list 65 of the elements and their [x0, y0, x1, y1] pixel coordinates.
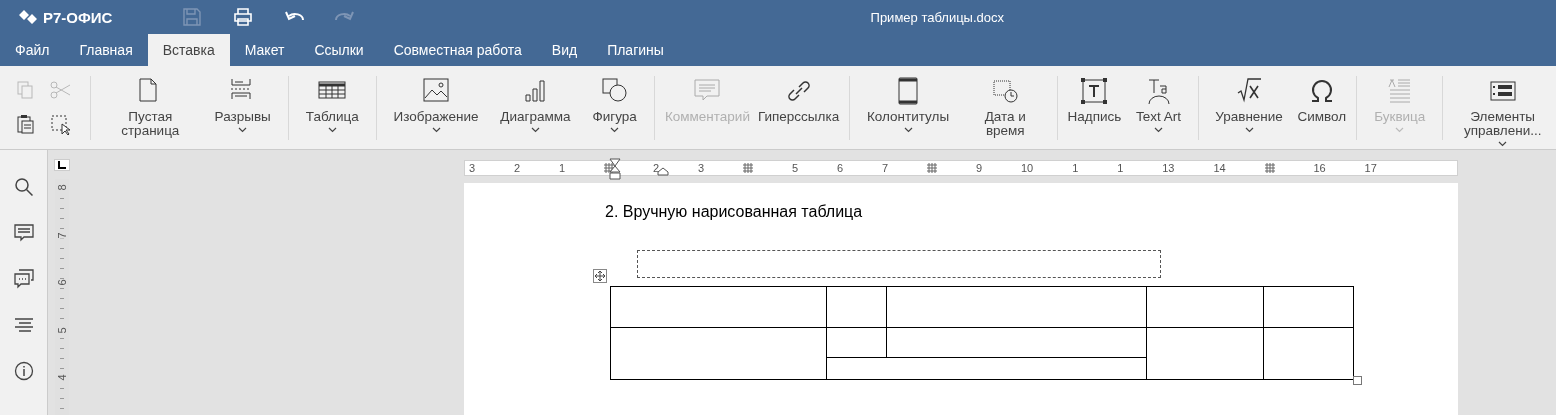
comment-icon[interactable]: [12, 223, 35, 243]
insert-button[interactable]: Разрывы: [203, 74, 282, 138]
menu-tab[interactable]: Вставка: [147, 34, 230, 66]
insert-button[interactable]: Пустая страница: [97, 74, 204, 138]
text-box-icon: [1080, 77, 1109, 105]
ruler-number: 4: [55, 374, 69, 381]
menu-tab[interactable]: Главная: [64, 34, 148, 66]
move-handle-icon[interactable]: [593, 269, 607, 283]
menu-tab[interactable]: Вид: [536, 34, 593, 66]
column-marker[interactable]: [604, 163, 615, 173]
resize-handle[interactable]: [1353, 376, 1362, 385]
image-icon: [422, 77, 451, 105]
calendar-clock-icon: [991, 77, 1020, 105]
insert-button[interactable]: Фигура: [581, 74, 648, 133]
logo-icon: [19, 10, 37, 24]
insert-button[interactable]: Надпись: [1063, 74, 1126, 133]
chat-icon[interactable]: [12, 269, 35, 289]
ruler-number: 1: [1117, 162, 1124, 174]
search-icon[interactable]: [12, 177, 35, 197]
ruler-number: 1: [559, 162, 566, 174]
info-icon[interactable]: [12, 361, 35, 381]
ruler-number: 10: [1021, 162, 1034, 174]
menu-tab[interactable]: Файл: [0, 34, 65, 66]
ruler-number: 5: [55, 326, 69, 334]
ruler-number: 1: [1072, 162, 1079, 174]
insert-button[interactable]: Таблица: [294, 74, 370, 133]
indent-marker[interactable]: [609, 158, 621, 180]
insert-button[interactable]: Дата и время: [960, 74, 1051, 138]
window-title: Пример таблицы.docx: [870, 9, 1004, 25]
insert-button[interactable]: Элементы управлени...: [1449, 74, 1556, 147]
app-logo: Р7-ОФИС: [43, 8, 113, 26]
insert-button[interactable]: Гиперссылка: [753, 74, 844, 124]
menu-tab[interactable]: Макет: [229, 34, 300, 66]
ruler-number: 17: [1364, 162, 1377, 174]
ruler-number: 7: [55, 231, 69, 239]
ruler-number: 13: [1162, 162, 1175, 174]
ruler-number: 9: [975, 162, 983, 174]
insert-button[interactable]: Диаграмма: [489, 74, 582, 133]
column-marker[interactable]: [1264, 163, 1275, 173]
ruler-number: 3: [469, 162, 476, 174]
ruler-number: 5: [791, 162, 799, 174]
ruler-number: 2: [514, 162, 521, 174]
tab-stop-button[interactable]: [54, 159, 70, 171]
ruler-number: 6: [55, 279, 69, 286]
shape-icon: [600, 77, 629, 105]
headings-icon[interactable]: [12, 315, 35, 335]
ruler-number: 6: [837, 162, 844, 174]
ruler-number: 7: [882, 162, 889, 174]
document-heading: 2. Вручную нарисованная таблица: [605, 203, 864, 221]
insert-button[interactable]: Text Art: [1125, 74, 1192, 133]
column-marker[interactable]: [927, 163, 938, 173]
insert-button[interactable]: Символ: [1293, 74, 1351, 133]
ruler-number: 8: [55, 184, 69, 191]
menu-tab[interactable]: Ссылки: [299, 34, 379, 66]
ruler-number: 14: [1213, 162, 1226, 174]
insert-button[interactable]: Колонтитулы: [856, 74, 960, 138]
menu-tab[interactable]: Совместная работа: [378, 34, 537, 66]
ruler-number: 16: [1313, 162, 1326, 174]
ruler-number: 2: [653, 162, 660, 174]
indent-marker[interactable]: [657, 167, 669, 176]
column-marker[interactable]: [743, 163, 754, 173]
menu-tab[interactable]: Плагины: [592, 34, 679, 66]
ruler-number: 3: [698, 162, 705, 174]
insert-button[interactable]: Изображение: [382, 74, 490, 133]
insert-button[interactable]: Уравнение: [1204, 74, 1294, 133]
